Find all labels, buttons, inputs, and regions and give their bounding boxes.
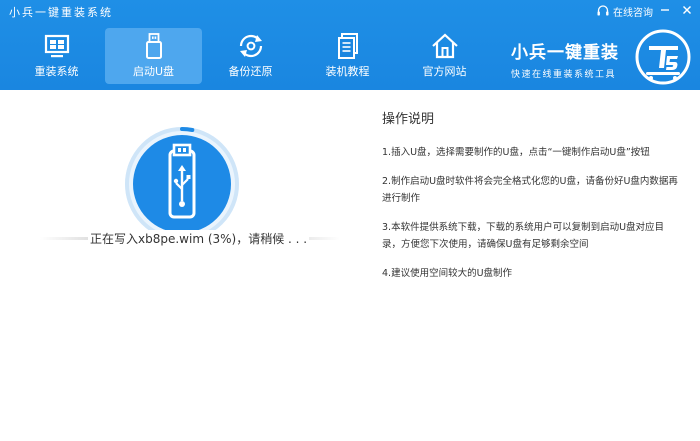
instruction-item: 4.建议使用空间较大的U盘制作	[382, 268, 513, 279]
nav-item-boot-usb[interactable]: 启动U盘	[105, 28, 202, 84]
usb-progress-ring	[125, 127, 239, 241]
nav-label-reinstall-system: 重装系统	[34, 65, 79, 78]
brand-logo-icon	[635, 29, 691, 85]
instructions-title: 操作说明	[382, 112, 435, 127]
instruction-item: 2.制作启动U盘时软件将会完全格式化您的U盘，请备份好U盘内数据再进行制作	[382, 176, 678, 204]
monitor-icon	[44, 34, 69, 58]
nav-label-official-website: 官方网站	[422, 65, 467, 78]
usb-drive-icon	[145, 33, 162, 59]
instruction-item: 3.本软件提供系统下载，下载的系统用户可以复制到启动U盘对应目录，方便您下次使用…	[382, 222, 665, 250]
nav-item-official-website[interactable]: 官方网站	[396, 28, 493, 84]
online-consult-label: 在线咨询	[613, 7, 653, 19]
brand: 小兵一键重装 快速在线重装系统工具	[511, 38, 619, 80]
app-window: 小兵一键重装系统 在线咨询 重装系统 启动U盘 备份还原 装机教程 官方网站 小…	[0, 0, 700, 441]
minimize-icon	[661, 9, 669, 11]
nav-item-reinstall-system[interactable]: 重装系统	[8, 28, 105, 84]
header: 小兵一键重装系统 在线咨询 重装系统 启动U盘 备份还原 装机教程 官方网站 小…	[0, 0, 700, 90]
close-button[interactable]	[679, 2, 695, 18]
brand-subtitle: 快速在线重装系统工具	[511, 70, 617, 80]
nav-item-backup-restore[interactable]: 备份还原	[202, 28, 299, 84]
instruction-item: 1.插入U盘，选择需要制作的U盘，点击“一键制作启动U盘”按钮	[382, 147, 650, 158]
online-consult-button[interactable]: 在线咨询	[596, 3, 653, 19]
brand-title: 小兵一键重装	[511, 43, 619, 63]
nav-label-boot-usb: 启动U盘	[132, 65, 175, 78]
nav-label-backup-restore: 备份还原	[228, 65, 273, 78]
close-icon	[683, 6, 691, 14]
write-status-text: 正在写入xb8pe.wim (3%)，请稍候 . . .	[88, 230, 310, 247]
home-icon	[431, 33, 458, 59]
main-nav: 重装系统 启动U盘 备份还原 装机教程 官方网站	[8, 28, 493, 86]
instructions-panel: 操作说明 1.插入U盘，选择需要制作的U盘，点击“一键制作启动U盘”按钮 2.制…	[382, 108, 682, 294]
nav-label-install-tutorial: 装机教程	[325, 65, 370, 78]
nav-item-install-tutorial[interactable]: 装机教程	[299, 28, 396, 84]
tutorial-document-icon	[337, 33, 358, 59]
window-title: 小兵一键重装系统	[9, 6, 113, 19]
backup-restore-icon	[239, 34, 262, 58]
minimize-button[interactable]	[657, 2, 673, 18]
headset-icon	[597, 5, 609, 16]
